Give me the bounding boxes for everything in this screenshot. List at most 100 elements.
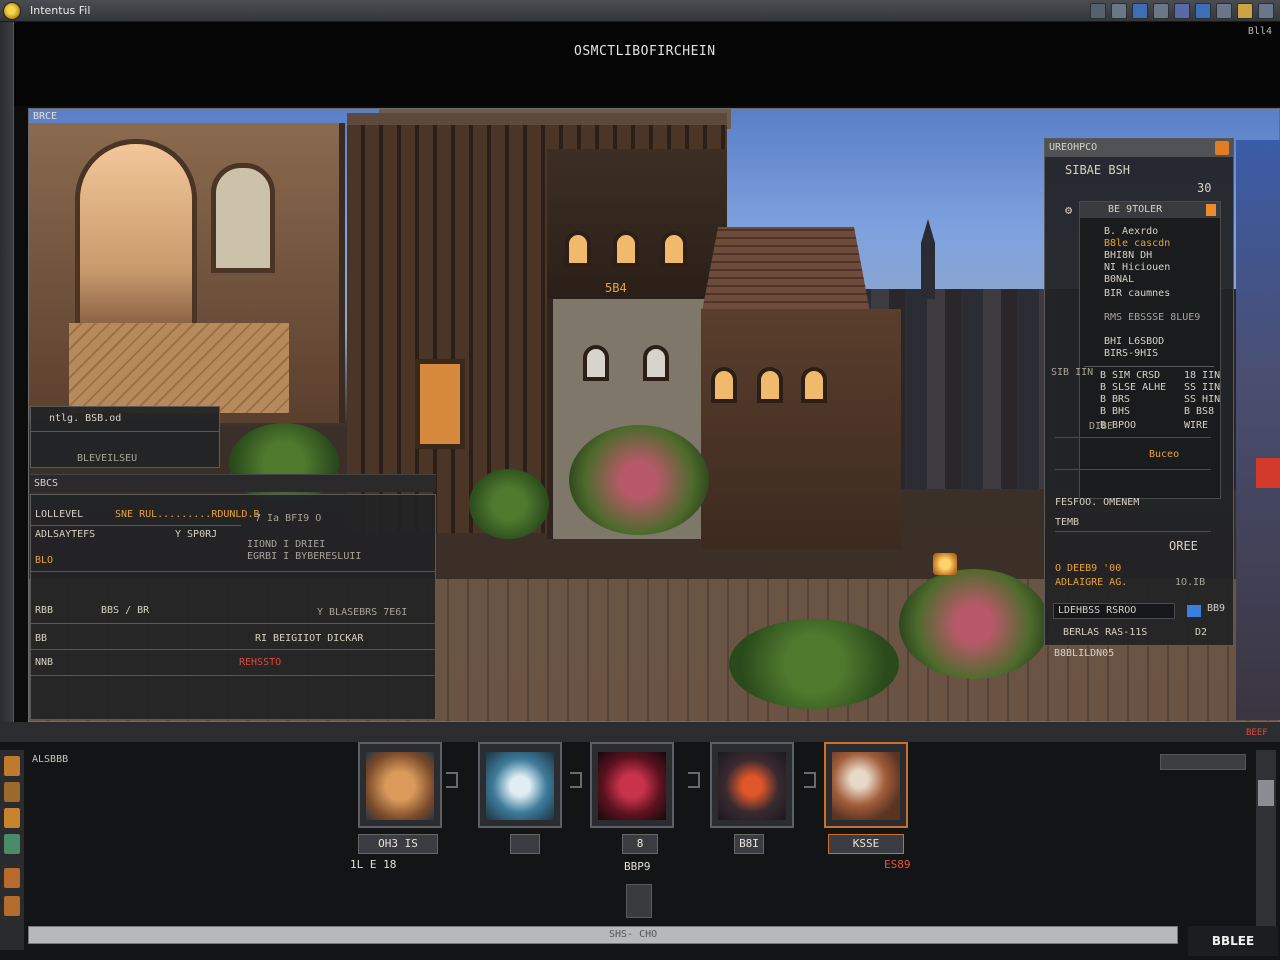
card-button[interactable]: 8 bbox=[622, 834, 658, 854]
card-button[interactable] bbox=[510, 834, 540, 854]
list-item[interactable]: BHI L6SBOD bbox=[1104, 336, 1164, 347]
card-button[interactable]: KSSE bbox=[828, 834, 904, 854]
list-item[interactable]: B0NAL bbox=[1104, 274, 1134, 285]
caption-text: ntlg. BSB.od bbox=[49, 413, 122, 424]
connector bbox=[688, 772, 700, 788]
tray-label: ALSBBB bbox=[32, 754, 69, 765]
serpent-icon bbox=[486, 752, 554, 820]
list-item[interactable]: BHI8N DH bbox=[1104, 250, 1152, 261]
row1-right: 7 Ia BFI9 O bbox=[255, 513, 322, 524]
caption-sub: BLEVEILSEU bbox=[77, 453, 138, 464]
row2-value: Y SP0RJ bbox=[175, 529, 218, 540]
ability-card-orb[interactable] bbox=[824, 742, 908, 828]
ability-card-serpent[interactable] bbox=[478, 742, 562, 828]
window bbox=[643, 345, 669, 381]
list-item[interactable]: B. Aexrdo bbox=[1104, 226, 1158, 237]
scroll-thumb[interactable] bbox=[1258, 780, 1274, 806]
panel-footer-2: B8BLILDN05 bbox=[1054, 648, 1115, 659]
blue-toggle-icon[interactable] bbox=[1187, 605, 1201, 617]
layers-icon[interactable] bbox=[1174, 3, 1190, 19]
inventory-panel: UREOHPCO SIBAE BSH 30 ⚙ BE 9TOLER B. Aex… bbox=[1044, 138, 1234, 646]
refresh-icon[interactable] bbox=[1090, 3, 1106, 19]
item-list-title: BE 9TOLER bbox=[1108, 204, 1163, 215]
table-value: SIM CRSD bbox=[1112, 370, 1161, 381]
image-icon[interactable] bbox=[1153, 3, 1169, 19]
list-item[interactable]: NI Hiciouen bbox=[1104, 262, 1170, 273]
list-item[interactable]: B8le cascdn bbox=[1104, 238, 1170, 249]
stack-icon[interactable] bbox=[626, 884, 652, 918]
flower-bush bbox=[569, 425, 709, 535]
list-item[interactable]: BIR caumnes bbox=[1104, 288, 1170, 299]
row6-value: REHSSTO bbox=[239, 657, 282, 668]
table-label: B bbox=[1100, 394, 1107, 405]
blue-square-icon[interactable] bbox=[1132, 3, 1148, 19]
tower-upper bbox=[547, 149, 727, 299]
window bbox=[711, 367, 737, 403]
vertical-scrollbar[interactable] bbox=[1256, 750, 1276, 930]
window bbox=[583, 345, 609, 381]
table-label: B bbox=[1100, 406, 1107, 417]
window bbox=[565, 231, 591, 267]
tray-control[interactable] bbox=[1160, 754, 1246, 770]
list-item[interactable]: BIRS-9HIS bbox=[1104, 348, 1158, 359]
note-b: ADLAIGRE AG. bbox=[1055, 577, 1128, 588]
bush bbox=[729, 619, 899, 709]
list-item[interactable]: RMS EBSSSE 8LUE9 bbox=[1104, 312, 1200, 323]
tool-icon[interactable] bbox=[4, 834, 20, 854]
tool-icon[interactable] bbox=[4, 756, 20, 776]
card-button[interactable]: OH3 IS bbox=[358, 834, 438, 854]
building-sign: 5B4 bbox=[605, 281, 627, 295]
orange-tab-icon[interactable] bbox=[1206, 204, 1216, 216]
orb-icon bbox=[832, 752, 900, 820]
screen-icon[interactable] bbox=[1195, 3, 1211, 19]
divider bbox=[31, 431, 219, 432]
panel-header-text: UREOHPCO bbox=[1049, 142, 1098, 153]
card-button[interactable]: B8I bbox=[734, 834, 764, 854]
tool-icon[interactable] bbox=[4, 868, 20, 888]
tool-icon[interactable] bbox=[4, 896, 20, 916]
caption-panel: ntlg. BSB.od BLEVEILSEU bbox=[30, 406, 220, 468]
status-bar: SBCS bbox=[30, 474, 436, 492]
window bbox=[661, 231, 687, 267]
gear-icon[interactable]: ⚙ bbox=[1065, 203, 1072, 217]
divider bbox=[31, 571, 435, 572]
divider bbox=[1055, 531, 1211, 532]
spire bbox=[921, 219, 935, 299]
close-badge-icon[interactable] bbox=[1215, 141, 1229, 155]
panel-footer: BERLAS RAS-11S bbox=[1063, 627, 1148, 638]
red-corner-label: BEEF bbox=[1246, 728, 1268, 738]
tool-icon[interactable] bbox=[4, 808, 20, 828]
bush bbox=[469, 469, 549, 539]
red-marker bbox=[1256, 458, 1280, 488]
tiled-roof bbox=[701, 227, 871, 317]
window bbox=[757, 367, 783, 403]
right-building bbox=[701, 309, 901, 549]
window bbox=[613, 231, 639, 267]
ability-card-beast[interactable] bbox=[590, 742, 674, 828]
room-floor bbox=[69, 323, 289, 413]
field-sub: TEMB bbox=[1055, 517, 1080, 528]
name-input[interactable]: LDEHBSS RSROO bbox=[1053, 603, 1175, 619]
horizontal-scrollbar[interactable]: SHS- CHO bbox=[28, 926, 1178, 944]
ability-card-warrior[interactable] bbox=[710, 742, 794, 828]
window-icon[interactable] bbox=[1111, 3, 1127, 19]
divider bbox=[31, 649, 435, 650]
table-value: SLSE ALHE bbox=[1112, 382, 1167, 393]
panel-footer-right: D2 bbox=[1195, 627, 1208, 638]
row5-value: RI BEIGIIOT DICKAR bbox=[255, 633, 364, 644]
viewport-label: BRCE bbox=[33, 111, 58, 122]
ability-card-cat[interactable] bbox=[358, 742, 442, 828]
table-value: BPOO bbox=[1112, 420, 1137, 431]
divider bbox=[31, 675, 435, 676]
stats-panel: LOLLEVEL SNE RUL.........RDUNLD.B 7 Ia B… bbox=[30, 494, 436, 720]
action-button[interactable]: Buceo bbox=[1149, 449, 1179, 460]
row4-label: RBB bbox=[35, 605, 54, 616]
star-icon[interactable] bbox=[1237, 3, 1253, 19]
folder-icon[interactable] bbox=[1216, 3, 1232, 19]
title-bar: Intentus Fil bbox=[0, 0, 1280, 22]
close-icon[interactable] bbox=[1258, 3, 1274, 19]
field-label: FESFOO. OMENEM bbox=[1055, 497, 1140, 508]
header-title: OSMCTLIBOFIRCHEIN bbox=[574, 44, 716, 59]
tool-icon[interactable] bbox=[4, 782, 20, 802]
side-label-2: DIBE bbox=[1089, 421, 1114, 432]
